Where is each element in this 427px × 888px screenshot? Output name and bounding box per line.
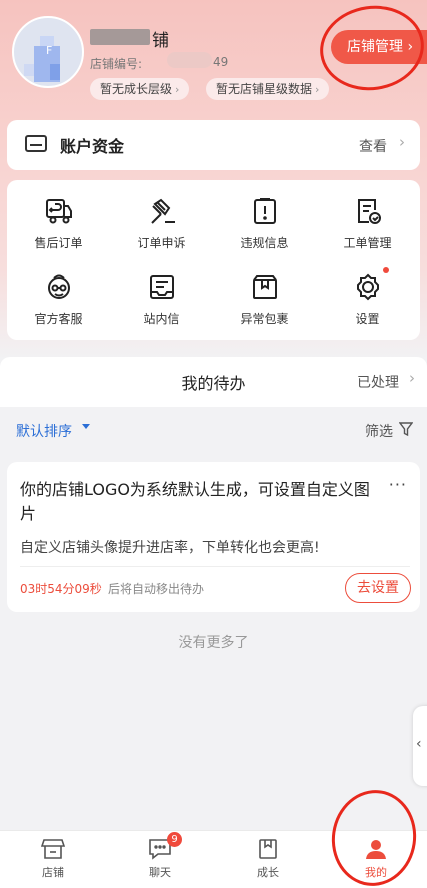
star-data-text: 暂无店铺星级数据 (216, 82, 313, 96)
no-more-text: 没有更多了 (178, 635, 249, 651)
chevron-right-icon: › (399, 133, 405, 151)
gear-icon (353, 267, 389, 302)
chevron-left-icon: ‹ (416, 736, 422, 752)
processed-link[interactable]: 已处理 (357, 372, 399, 392)
growth-icon (256, 838, 280, 860)
inbox-message-icon (147, 272, 177, 302)
grid-item-settings[interactable]: 设置 (316, 258, 419, 328)
warning-clipboard-icon (250, 196, 280, 226)
account-funds-title: 账户资金 (60, 137, 125, 156)
go-settings-button[interactable]: 去设置 (345, 573, 411, 603)
grid-label: 异常包裹 (240, 312, 289, 326)
more-options-icon[interactable]: ··· (389, 475, 407, 494)
task-title: 你的店铺LOGO为系统默认生成，可设置自定义图片 (20, 480, 370, 523)
chevron-right-icon: › (315, 83, 320, 96)
customer-service-icon (44, 272, 74, 302)
grid-label: 违规信息 (240, 236, 289, 250)
store-icon (40, 838, 66, 860)
chevron-right-icon: › (409, 369, 415, 387)
grid-item-violation-info[interactable]: 违规信息 (213, 182, 316, 252)
task-countdown-note: 后将自动移出待办 (108, 582, 205, 596)
shop-name-redacted (90, 29, 150, 45)
chat-icon: 9 (148, 832, 182, 860)
shop-id-label: 店铺编号: (90, 57, 143, 71)
chevron-right-icon: › (175, 83, 180, 96)
grid-item-after-sale-orders[interactable]: 售后订单 (7, 182, 110, 252)
divider (20, 566, 410, 567)
chat-unread-badge: 9 (167, 832, 182, 847)
grid-label: 售后订单 (34, 236, 83, 250)
sort-dropdown[interactable]: 默认排序 (16, 421, 72, 441)
shop-avatar[interactable]: F (12, 16, 84, 88)
nav-tab-store[interactable]: 店铺 (23, 838, 83, 880)
growth-level-text: 暂无成长层级 (100, 82, 173, 96)
package-icon (250, 272, 280, 302)
grid-label: 站内信 (143, 312, 180, 326)
filter-funnel-icon[interactable] (398, 421, 414, 441)
nav-tab-growth[interactable]: 成长 (238, 838, 298, 880)
grid-item-inbox[interactable]: 站内信 (110, 258, 213, 328)
notification-dot (382, 267, 389, 273)
funds-view-link[interactable]: 查看 (359, 136, 387, 156)
filter-button[interactable]: 筛选 (365, 421, 393, 441)
task-description: 自定义店铺头像提升进店率，下单转化也会更高! (20, 540, 320, 556)
caret-down-icon (82, 424, 90, 429)
grid-label: 官方客服 (34, 312, 83, 326)
grid-label: 订单申诉 (137, 236, 186, 250)
truck-return-icon (44, 196, 74, 226)
nav-label: 店铺 (42, 866, 64, 879)
shop-id-tail: 49 (213, 55, 229, 69)
task-countdown: 03时54分09秒 (20, 582, 102, 596)
nav-tab-chat[interactable]: 9 聊天 (130, 832, 190, 880)
nav-label: 聊天 (149, 866, 171, 879)
grid-item-customer-service[interactable]: 官方客服 (7, 258, 110, 328)
growth-level-pill[interactable]: 暂无成长层级 › (90, 78, 190, 100)
grid-item-work-orders[interactable]: 工单管理 (316, 182, 419, 252)
shop-name: 铺 (152, 31, 169, 51)
side-drawer-handle[interactable]: ‹ (413, 706, 427, 786)
gavel-icon (147, 196, 177, 226)
grid-item-abnormal-package[interactable]: 异常包裹 (213, 258, 316, 328)
wallet-card-icon (25, 135, 47, 152)
star-data-pill[interactable]: 暂无店铺星级数据 › (206, 78, 330, 100)
grid-item-order-appeal[interactable]: 订单申诉 (110, 182, 213, 252)
nav-label: 成长 (257, 866, 279, 879)
grid-label: 工单管理 (343, 236, 392, 250)
work-order-icon (353, 196, 383, 226)
shop-id-redacted (167, 52, 212, 68)
grid-label: 设置 (355, 312, 380, 326)
